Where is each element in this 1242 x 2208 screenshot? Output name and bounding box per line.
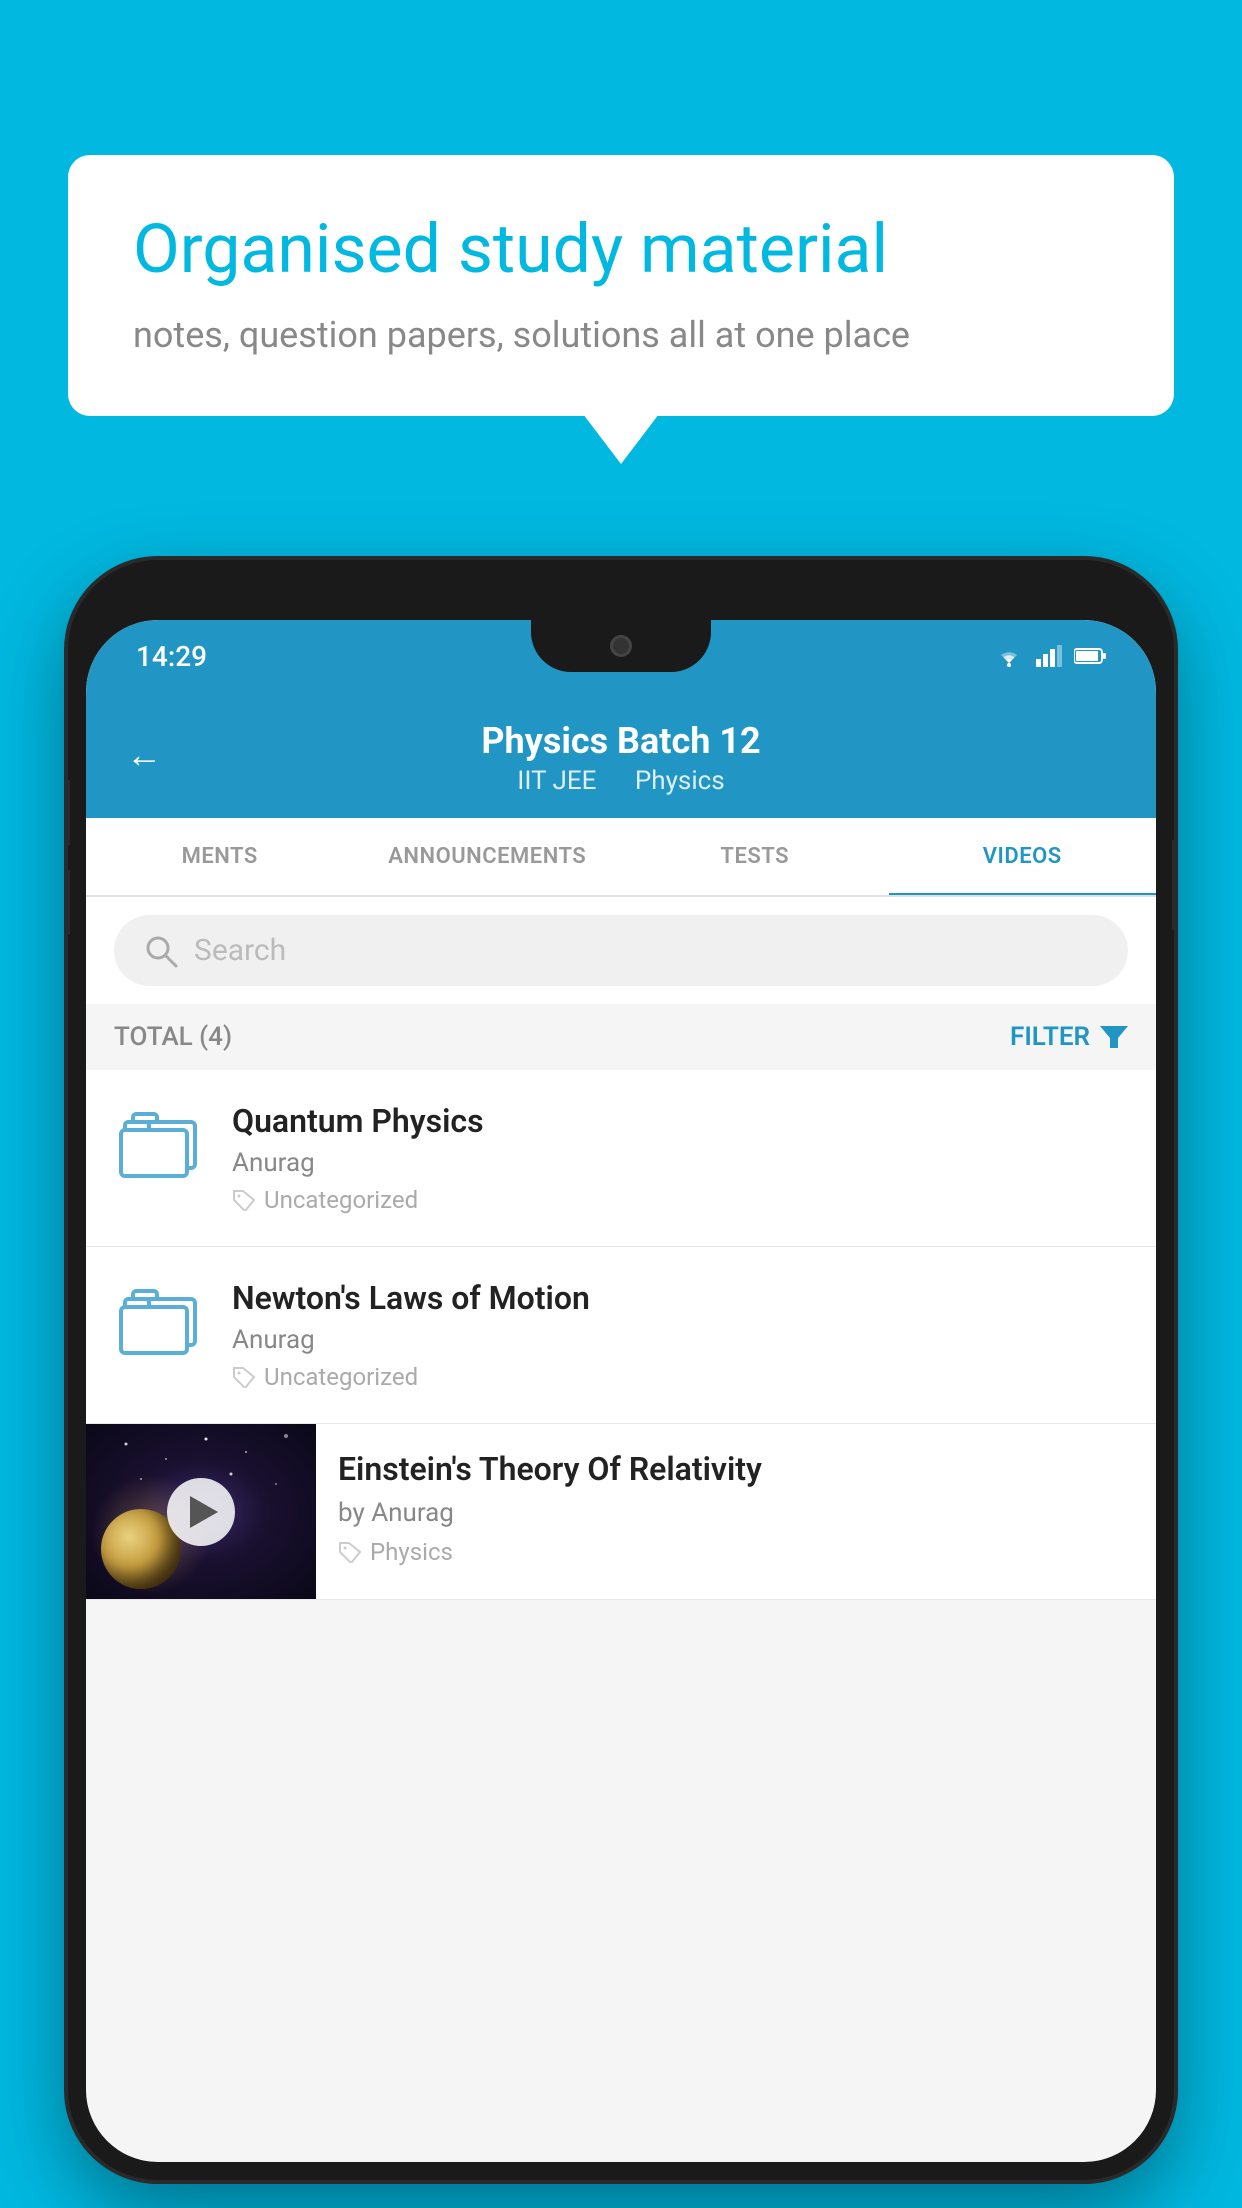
filter-row: TOTAL (4) FILTER bbox=[86, 1004, 1156, 1070]
header-subtitle-part2: Physics bbox=[635, 766, 725, 796]
play-button[interactable] bbox=[167, 1478, 235, 1546]
header-subtitle-part1: IIT JEE bbox=[517, 766, 596, 796]
battery-icon bbox=[1074, 647, 1106, 665]
tab-tests[interactable]: TESTS bbox=[621, 818, 889, 895]
phone-wrapper: 14:29 bbox=[68, 560, 1174, 2180]
play-triangle-icon bbox=[190, 1496, 218, 1528]
video-thumbnail bbox=[86, 1424, 316, 1599]
item-tag: Uncategorized bbox=[232, 1186, 1128, 1214]
notch bbox=[531, 620, 711, 672]
tab-announcements[interactable]: ANNOUNCEMENTS bbox=[354, 818, 622, 895]
filter-button[interactable]: FILTER bbox=[1010, 1022, 1128, 1052]
item-author: Anurag bbox=[232, 1148, 1128, 1178]
item-tag: Uncategorized bbox=[232, 1363, 1128, 1391]
search-icon bbox=[144, 934, 178, 968]
phone-frame: 14:29 bbox=[68, 560, 1174, 2180]
video-tag: Physics bbox=[338, 1538, 1134, 1566]
bubble-subtitle: notes, question papers, solutions all at… bbox=[133, 310, 1109, 360]
status-bar: 14:29 bbox=[86, 620, 1156, 692]
tab-videos[interactable]: VIDEOS bbox=[889, 818, 1157, 895]
item-title: Newton's Laws of Motion bbox=[232, 1279, 1128, 1317]
tag-icon bbox=[232, 1366, 256, 1388]
power-button[interactable] bbox=[1172, 840, 1174, 930]
list-item-video[interactable]: Einstein's Theory Of Relativity by Anura… bbox=[86, 1424, 1156, 1600]
tag-icon bbox=[338, 1541, 362, 1563]
wifi-icon bbox=[994, 645, 1024, 667]
volume-down-button[interactable] bbox=[68, 870, 70, 935]
video-item-content: Einstein's Theory Of Relativity by Anura… bbox=[316, 1424, 1156, 1592]
camera-dot bbox=[610, 635, 632, 657]
video-author: by Anurag bbox=[338, 1498, 1134, 1528]
header-subtitle: IIT JEE Physics bbox=[126, 766, 1116, 796]
folder-icon bbox=[119, 1283, 199, 1353]
tab-ments[interactable]: MENTS bbox=[86, 818, 354, 895]
status-icons bbox=[994, 645, 1106, 667]
item-content: Quantum Physics Anurag Uncategorized bbox=[232, 1102, 1128, 1214]
content-list: Quantum Physics Anurag Uncategorized bbox=[86, 1070, 1156, 1600]
header-title: Physics Batch 12 bbox=[126, 720, 1116, 762]
filter-icon bbox=[1100, 1024, 1128, 1050]
phone-screen: 14:29 bbox=[86, 620, 1156, 2162]
tag-icon bbox=[232, 1189, 256, 1211]
tabs-bar: MENTS ANNOUNCEMENTS TESTS VIDEOS bbox=[86, 818, 1156, 897]
speech-bubble: Organised study material notes, question… bbox=[68, 155, 1174, 416]
search-bar-wrapper: Search bbox=[86, 897, 1156, 1004]
filter-label: FILTER bbox=[1010, 1022, 1090, 1052]
signal-icon bbox=[1036, 645, 1062, 667]
total-count: TOTAL (4) bbox=[114, 1022, 232, 1052]
item-title: Quantum Physics bbox=[232, 1102, 1128, 1140]
back-button[interactable]: ← bbox=[126, 734, 162, 776]
status-time: 14:29 bbox=[136, 640, 207, 673]
search-placeholder: Search bbox=[194, 933, 286, 968]
item-icon-wrapper bbox=[114, 1279, 204, 1353]
item-author: Anurag bbox=[232, 1325, 1128, 1355]
folder-icon bbox=[119, 1106, 199, 1176]
volume-up-button[interactable] bbox=[68, 780, 70, 845]
video-title: Einstein's Theory Of Relativity bbox=[338, 1450, 1134, 1488]
search-bar[interactable]: Search bbox=[114, 915, 1128, 986]
item-icon-wrapper bbox=[114, 1102, 204, 1176]
list-item[interactable]: Quantum Physics Anurag Uncategorized bbox=[86, 1070, 1156, 1247]
bubble-title: Organised study material bbox=[133, 210, 1109, 288]
list-item[interactable]: Newton's Laws of Motion Anurag Uncategor… bbox=[86, 1247, 1156, 1424]
app-header: ← Physics Batch 12 IIT JEE Physics bbox=[86, 692, 1156, 818]
item-content: Newton's Laws of Motion Anurag Uncategor… bbox=[232, 1279, 1128, 1391]
